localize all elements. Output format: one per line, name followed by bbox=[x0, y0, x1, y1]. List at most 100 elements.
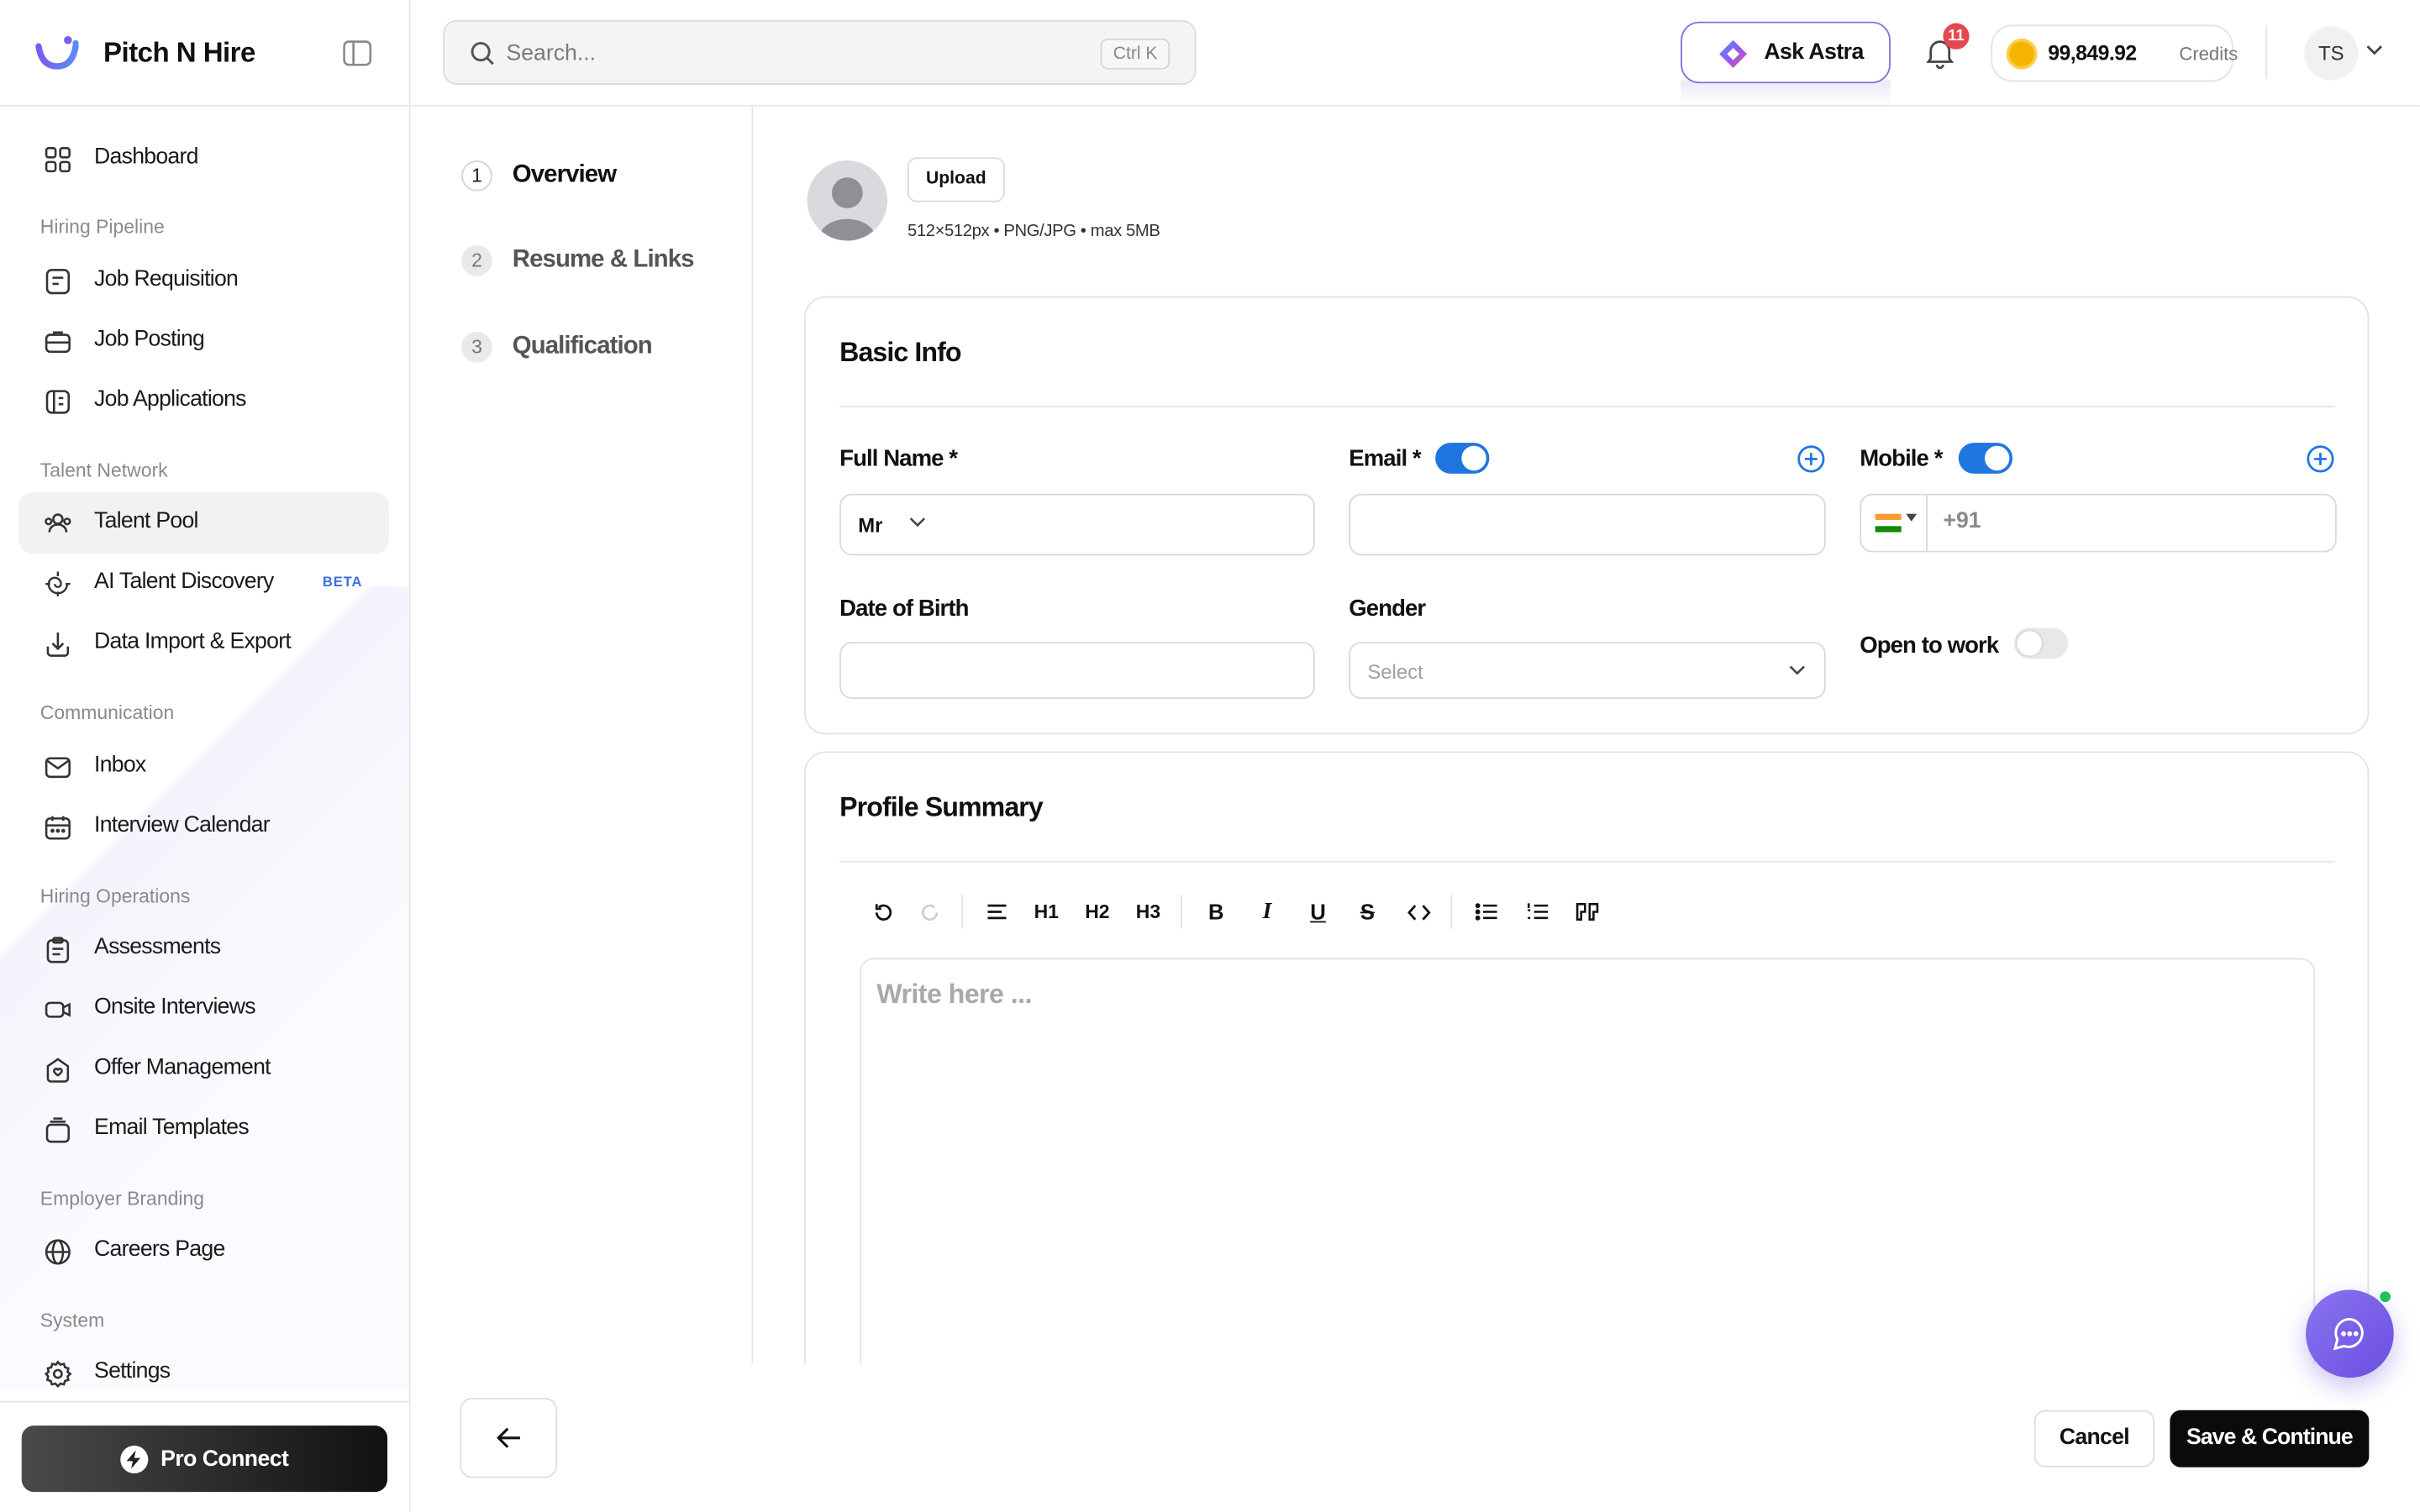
sidebar-item-label: Job Applications bbox=[94, 387, 246, 412]
chat-support-button[interactable] bbox=[2306, 1289, 2394, 1378]
email-toggle[interactable] bbox=[1435, 443, 1490, 474]
sidebar: Pitch N Hire Dashboard Hiring Pipeline J… bbox=[0, 0, 411, 1512]
quote-icon[interactable] bbox=[1565, 885, 1607, 937]
full-name-label: Full Name * bbox=[839, 445, 958, 473]
spiral-icon bbox=[43, 570, 72, 599]
sidebar-item-email-templates[interactable]: Email Templates bbox=[18, 1099, 389, 1160]
gender-placeholder: Select bbox=[1367, 660, 1423, 684]
pro-connect-button[interactable]: Pro Connect bbox=[21, 1425, 388, 1493]
ask-astra-label: Ask Astra bbox=[1764, 39, 1864, 66]
form-footer: Cancel Save & Continue bbox=[410, 1363, 2420, 1512]
underline-button[interactable]: U bbox=[1297, 885, 1339, 937]
step-label: Resume & Links bbox=[512, 246, 695, 274]
pro-connect-label: Pro Connect bbox=[160, 1446, 289, 1472]
add-mobile-icon[interactable] bbox=[2306, 444, 2335, 474]
basic-info-title: Basic Info bbox=[839, 336, 961, 368]
cancel-button[interactable]: Cancel bbox=[2033, 1410, 2155, 1467]
sidebar-item-label: AI Talent Discovery bbox=[94, 569, 274, 595]
sidebar-item-inbox[interactable]: Inbox bbox=[18, 736, 389, 797]
mobile-toggle[interactable] bbox=[1958, 443, 2013, 474]
strikethrough-button[interactable]: S bbox=[1346, 885, 1389, 937]
country-code-select[interactable] bbox=[1861, 495, 1928, 551]
bullet-list-icon[interactable] bbox=[1465, 885, 1507, 937]
section-employer-branding: Employer Branding bbox=[39, 1188, 205, 1210]
email-input[interactable] bbox=[1369, 510, 1786, 542]
credits-chip[interactable]: 99,849.92 Credits bbox=[1991, 24, 2238, 82]
heading-3-button[interactable]: H3 bbox=[1127, 885, 1170, 937]
sidebar-item-label: Job Posting bbox=[94, 327, 205, 352]
app-root: Pitch N Hire Dashboard Hiring Pipeline J… bbox=[0, 0, 2420, 1512]
undo-icon[interactable] bbox=[861, 885, 904, 937]
gender-select[interactable]: Select bbox=[1349, 642, 1826, 700]
summary-editor[interactable]: Write here ... bbox=[860, 958, 2316, 1364]
sidebar-item-job-requisition[interactable]: Job Requisition bbox=[18, 250, 389, 312]
step-resume-links[interactable]: 2 Resume & Links bbox=[461, 244, 695, 277]
sidebar-item-settings[interactable]: Settings bbox=[18, 1342, 389, 1404]
divider bbox=[839, 406, 2335, 407]
chevron-down-icon bbox=[909, 517, 926, 528]
sidebar-item-offer-management[interactable]: Offer Management bbox=[18, 1038, 389, 1100]
sidebar-item-talent-pool[interactable]: Talent Pool bbox=[18, 491, 389, 554]
align-icon[interactable] bbox=[976, 885, 1018, 937]
sidebar-item-label: Data Import & Export bbox=[94, 629, 292, 654]
sidebar-item-onsite-interviews[interactable]: Onsite Interviews bbox=[18, 978, 389, 1039]
sidebar-item-data-import-export[interactable]: Data Import & Export bbox=[18, 612, 389, 674]
profile-summary-card: Profile Summary H1 H2 H3 B I U S Write h… bbox=[803, 751, 2370, 1364]
astra-logo-icon bbox=[1718, 39, 1749, 70]
sidebar-item-label: Dashboard bbox=[94, 144, 198, 171]
sidebar-item-label: Email Templates bbox=[94, 1115, 250, 1141]
stepper: 1 Overview 2 Resume & Links 3 Qualificat… bbox=[410, 106, 754, 1364]
bold-button[interactable]: B bbox=[1195, 885, 1238, 937]
main-content: Upload 512×512px • PNG/JPG • max 5MB Bas… bbox=[753, 106, 2420, 1364]
ordered-list-icon[interactable] bbox=[1516, 885, 1559, 937]
salutation-select[interactable]: Mr bbox=[858, 514, 882, 538]
full-name-input[interactable] bbox=[964, 510, 1289, 542]
sidebar-item-label: Interview Calendar bbox=[94, 812, 271, 838]
search-box[interactable]: Ctrl K bbox=[443, 19, 1197, 86]
heading-1-button[interactable]: H1 bbox=[1025, 885, 1068, 937]
toolbar-separator bbox=[1181, 895, 1182, 929]
sidebar-item-assessments[interactable]: Assessments bbox=[18, 918, 389, 979]
open-to-work-toggle[interactable] bbox=[2013, 627, 2069, 659]
sidebar-item-dashboard[interactable]: Dashboard bbox=[18, 128, 389, 189]
heading-2-button[interactable]: H2 bbox=[1076, 885, 1118, 937]
sidebar-item-careers-page[interactable]: Careers Page bbox=[18, 1221, 389, 1282]
full-name-field[interactable]: Mr bbox=[839, 493, 1315, 556]
lightning-icon bbox=[120, 1445, 149, 1473]
ask-astra-button[interactable]: Ask Astra bbox=[1681, 21, 1891, 84]
sidebar-item-label: Offer Management bbox=[94, 1055, 271, 1080]
step-qualification[interactable]: 3 Qualification bbox=[461, 330, 653, 364]
sidebar-toggle-icon[interactable] bbox=[343, 40, 372, 66]
section-system: System bbox=[39, 1310, 105, 1332]
save-continue-button[interactable]: Save & Continue bbox=[2170, 1410, 2370, 1467]
italic-button[interactable]: I bbox=[1245, 885, 1288, 937]
dob-field[interactable] bbox=[839, 642, 1315, 700]
sidebar-item-job-posting[interactable]: Job Posting bbox=[18, 310, 389, 371]
redo-icon[interactable] bbox=[908, 885, 950, 937]
step-overview[interactable]: 1 Overview bbox=[461, 159, 617, 192]
profile-summary-title: Profile Summary bbox=[839, 791, 1044, 822]
user-avatar[interactable]: TS bbox=[2304, 26, 2359, 81]
mobile-field[interactable]: +91 bbox=[1860, 493, 2337, 553]
chevron-down-icon bbox=[1789, 665, 1806, 676]
credits-label: Credits bbox=[2179, 43, 2238, 66]
sidebar-item-ai-talent-discovery[interactable]: AI Talent Discovery BETA bbox=[18, 553, 389, 614]
pitchnhire-logo-icon[interactable] bbox=[34, 34, 80, 71]
sidebar-item-job-applications[interactable]: Job Applications bbox=[18, 370, 389, 432]
add-email-icon[interactable] bbox=[1797, 444, 1826, 474]
online-status-dot bbox=[2378, 1289, 2392, 1305]
email-field[interactable] bbox=[1349, 493, 1826, 556]
back-button[interactable] bbox=[460, 1398, 558, 1478]
notifications-button[interactable]: 11 bbox=[1923, 23, 1970, 70]
section-hiring-pipeline: Hiring Pipeline bbox=[39, 216, 165, 238]
dashboard-icon bbox=[43, 145, 72, 175]
applications-icon bbox=[43, 387, 72, 417]
app-name: Pitch N Hire bbox=[103, 37, 255, 68]
sidebar-item-interview-calendar[interactable]: Interview Calendar bbox=[18, 796, 389, 858]
search-input[interactable] bbox=[506, 35, 1062, 73]
chevron-down-icon[interactable] bbox=[2366, 45, 2383, 55]
upload-button[interactable]: Upload bbox=[907, 157, 1005, 202]
code-icon[interactable] bbox=[1397, 885, 1439, 937]
dob-input[interactable] bbox=[860, 659, 1276, 690]
briefcase-icon bbox=[43, 327, 72, 356]
